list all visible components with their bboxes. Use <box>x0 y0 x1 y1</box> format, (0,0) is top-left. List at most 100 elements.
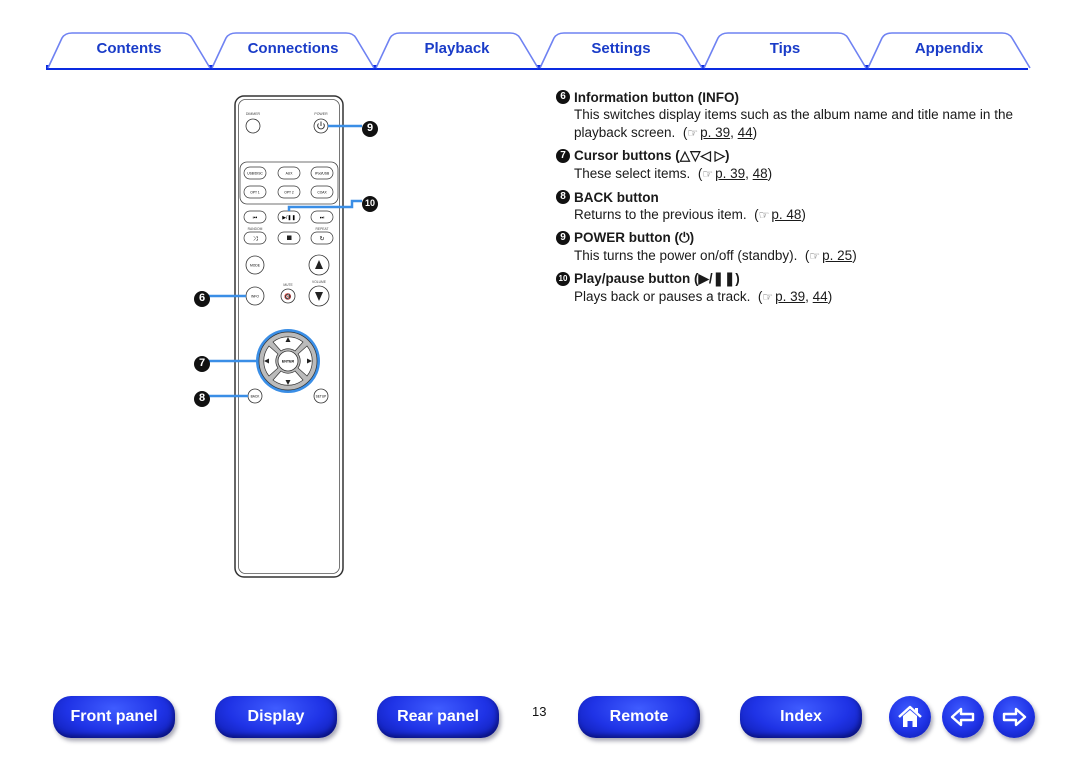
item-title-row: 7 Cursor buttons (△▽◁ ▷) <box>556 147 1026 165</box>
hand-pointer-icon: ☞ <box>758 208 770 222</box>
item-number-badge: 7 <box>556 149 570 163</box>
tab-connections[interactable]: Connections <box>210 32 376 69</box>
item-number-badge: 9 <box>556 231 570 245</box>
button-descriptions: 6 Information button (INFO) This switches … <box>556 88 1026 311</box>
item-description: This turns the power on/off (standby). <box>574 248 798 263</box>
ref-separator: , <box>730 125 738 140</box>
forward-page-button[interactable] <box>993 696 1035 738</box>
stop-icon <box>287 235 292 240</box>
item-body: This switches display items such as the … <box>556 106 1026 142</box>
callout-badge: 8 <box>194 390 210 407</box>
coax-label: COAX <box>317 191 327 195</box>
tab-label: Tips <box>769 39 801 57</box>
chapter-tabs: Contents Connections Playback Settings Tips A… <box>46 30 1031 70</box>
description-item: 9 POWER button (⏻) This turns the power on… <box>556 229 1026 265</box>
front-panel-button[interactable]: Front panel <box>53 696 175 738</box>
home-button[interactable] <box>889 696 931 738</box>
page-link-2[interactable]: 44 <box>738 125 753 140</box>
ref-close: ) <box>767 166 773 181</box>
page-reference: (☞ p. 25) <box>805 248 857 263</box>
ref-close: ) <box>852 248 857 263</box>
index-button[interactable]: Index <box>740 696 862 738</box>
repeat-icon: ↻ <box>319 236 324 243</box>
back-page-button[interactable] <box>942 696 984 738</box>
page-link-2[interactable]: 44 <box>813 289 828 304</box>
display-button[interactable]: Display <box>215 696 337 738</box>
item-description: Plays back or pauses a track. <box>574 289 751 304</box>
item-title: BACK button <box>574 189 659 205</box>
random-label: RANDOM <box>248 227 263 231</box>
home-icon <box>898 705 922 727</box>
page-reference: (☞ p. 48) <box>754 207 806 222</box>
enter-label: ENTER <box>282 360 295 364</box>
arrow-left-icon <box>950 707 975 727</box>
callout-6: 6 <box>194 288 210 307</box>
previous-icon: ⏮ <box>253 215 258 221</box>
next-icon: ⏭ <box>320 215 325 221</box>
page-reference: (☞ p. 39, 44) <box>683 125 757 140</box>
item-number-badge: 10 <box>556 272 570 286</box>
page-reference: (☞ p. 39, 44) <box>758 289 832 304</box>
info-label: INFO <box>251 295 259 299</box>
remote-button[interactable]: Remote <box>578 696 700 738</box>
page-link[interactable]: p. 39 <box>775 289 805 304</box>
callout-badge: 6 <box>194 290 210 307</box>
page-link[interactable]: p. 48 <box>771 207 801 222</box>
callout-7: 7 <box>194 353 210 372</box>
hand-pointer-icon: ☞ <box>702 167 714 181</box>
item-body: Plays back or pauses a track. (☞ p. 39, 4… <box>556 288 1026 306</box>
item-title-row: 10 Play/pause button (▶/❚❚) <box>556 270 1026 288</box>
item-title-row: 9 POWER button (⏻) <box>556 229 1026 247</box>
mode-label: MODE <box>250 264 261 268</box>
description-item: 6 Information button (INFO) This switches … <box>556 88 1026 142</box>
page-link[interactable]: p. 39 <box>700 125 730 140</box>
page-number: 13 <box>532 704 547 719</box>
repeat-label: REPEAT <box>316 227 329 231</box>
tab-playback[interactable]: Playback <box>374 32 540 69</box>
shuffle-icon: ⤨ <box>253 236 258 243</box>
tab-label: Contents <box>96 39 162 57</box>
dimmer-button[interactable] <box>245 118 261 134</box>
tab-label: Appendix <box>914 39 984 57</box>
callout-10: 10 <box>362 193 378 212</box>
callout-badge: 9 <box>362 120 378 137</box>
rear-panel-button[interactable]: Rear panel <box>377 696 499 738</box>
tab-label: Connections <box>247 39 339 57</box>
tab-settings[interactable]: Settings <box>538 32 704 69</box>
callout-8: 8 <box>194 388 210 407</box>
usb-disc-label: USB/DISC <box>247 172 263 176</box>
remote-illustration: DIMMER POWER USB/DISC AUX iPod/USB OPT 1… <box>234 95 344 578</box>
description-item: 10 Play/pause button (▶/❚❚) Plays back or … <box>556 270 1026 306</box>
item-body: This turns the power on/off (standby). (… <box>556 247 1026 265</box>
callout-badge: 7 <box>194 355 210 372</box>
page-link-2[interactable]: 48 <box>753 166 768 181</box>
page-reference: (☞ p. 39, 48) <box>698 166 772 181</box>
item-body: These select items. (☞ p. 39, 48) <box>556 165 1026 183</box>
item-title-row: 8 BACK button <box>556 188 1026 206</box>
ref-close: ) <box>801 207 806 222</box>
opt2-label: OPT 2 <box>284 191 294 195</box>
item-number-badge: 6 <box>556 90 570 104</box>
power-label: POWER <box>314 112 328 116</box>
ipod-usb-label: iPod/USB <box>315 172 330 176</box>
hand-pointer-icon: ☞ <box>762 290 774 304</box>
callout-badge: 10 <box>362 195 378 212</box>
page-link[interactable]: p. 25 <box>822 248 852 263</box>
tab-tips[interactable]: Tips <box>702 32 868 69</box>
hand-pointer-icon: ☞ <box>687 126 699 140</box>
item-title: Cursor buttons (△▽◁ ▷) <box>574 148 730 163</box>
tab-label: Playback <box>424 39 490 57</box>
tab-label: Settings <box>591 39 651 57</box>
page-link[interactable]: p. 39 <box>715 166 745 181</box>
item-title-row: 6 Information button (INFO) <box>556 88 1026 106</box>
item-title: Information button (INFO) <box>574 89 739 105</box>
setup-label: SETUP <box>316 395 327 399</box>
dimmer-label: DIMMER <box>246 112 261 116</box>
item-body: Returns to the previous item. (☞ p. 48) <box>556 206 1026 224</box>
mute-label: MUTE <box>283 283 293 287</box>
item-title: POWER button (⏻) <box>574 230 695 245</box>
description-item: 8 BACK button Returns to the previous item… <box>556 188 1026 224</box>
tab-appendix[interactable]: Appendix <box>866 32 1032 69</box>
arrow-right-icon <box>1002 707 1027 727</box>
tab-contents[interactable]: Contents <box>46 32 212 69</box>
